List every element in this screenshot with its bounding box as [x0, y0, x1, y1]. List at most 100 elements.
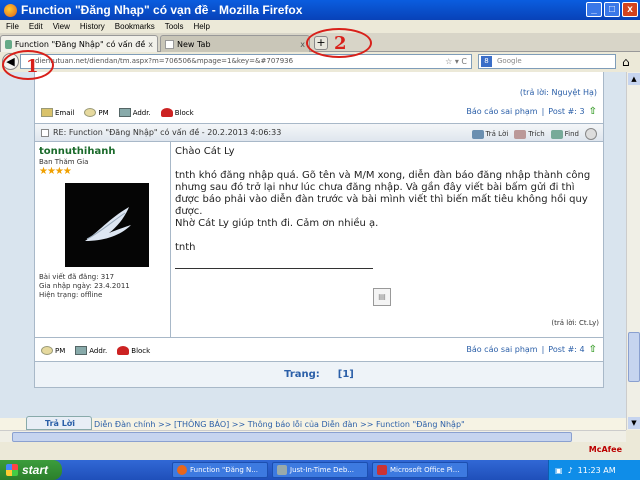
search-input[interactable]: 8 Google — [478, 54, 616, 69]
taskbar-item-firefox[interactable]: Function "Đăng N... — [172, 462, 268, 478]
close-button[interactable]: x — [622, 2, 638, 17]
blank-page-icon — [165, 39, 174, 49]
taskbar-item-debugger[interactable]: Just-In-Time Deb... — [272, 462, 368, 478]
find-label: Find — [564, 130, 579, 138]
scroll-up-arrow-icon[interactable]: ⇧ — [589, 344, 597, 355]
breadcrumb-trail[interactable]: Diễn Đàn chính >> [THÔNG BÁO] >> Thông b… — [94, 420, 465, 429]
quote-button[interactable]: Trích — [514, 129, 545, 139]
block-label: Block — [174, 108, 194, 117]
addr-button[interactable]: Addr. — [75, 346, 107, 355]
taskbar-item-office-picture[interactable]: Microsoft Office Pi... — [372, 462, 468, 478]
windows-logo-icon — [6, 464, 18, 476]
scroll-down-icon[interactable]: ▼ — [628, 417, 640, 429]
scroll-up-icon[interactable]: ▲ — [628, 73, 640, 85]
previous-post-actions: Email PM Addr. Block — [41, 108, 194, 117]
email-button[interactable]: Email — [41, 108, 74, 117]
url-bar-icons[interactable]: ☆ ▾ C — [445, 57, 467, 66]
pm-label: PM — [55, 346, 66, 355]
post-body: tonnuthihanh Ban Thăm Gia ★★★★ Bài viết … — [35, 142, 603, 338]
address-book-icon — [75, 346, 88, 355]
search-placeholder: Google — [497, 57, 522, 65]
taskbar: start Function "Đăng N... Just-In-Time D… — [0, 460, 640, 480]
menu-view[interactable]: View — [53, 22, 70, 31]
scrollbar-thumb[interactable] — [628, 332, 640, 382]
quote-label: Trích — [528, 130, 545, 138]
tab-label: Function "Đăng Nhập" có vấn đề — [14, 39, 146, 49]
block-icon — [160, 108, 173, 117]
annotation-number-1: 1 — [26, 56, 39, 77]
find-icon — [550, 129, 563, 139]
report-link[interactable]: Báo cáo sai phạm — [466, 107, 537, 116]
horizontal-scrollbar[interactable] — [0, 430, 626, 442]
minimize-button[interactable]: _ — [586, 2, 602, 17]
network-icon[interactable]: ▣ — [555, 466, 563, 475]
previous-post-footer: (trả lời: Nguyệt Hạ) Email PM Addr. Bloc… — [35, 72, 603, 124]
post-footer-actions: PM Addr. Block — [41, 346, 150, 355]
separator: | — [541, 107, 545, 116]
user-stats: Bài viết đã đăng: 317 Gia nhập ngày: 23.… — [39, 273, 166, 300]
user-rank: Ban Thăm Gia — [39, 158, 89, 166]
find-button[interactable]: Find — [550, 129, 579, 139]
post-number[interactable]: Post #: 4 — [548, 345, 584, 354]
user-panel: tonnuthihanh Ban Thăm Gia ★★★★ Bài viết … — [35, 142, 171, 337]
pagination: Trang: [1] — [35, 362, 603, 388]
pm-button[interactable]: PM — [84, 108, 109, 117]
addr-label: Addr. — [89, 346, 108, 355]
post-footer: PM Addr. Block Báo cáo sai phạm | Post #… — [35, 338, 603, 362]
username-link[interactable]: tonnuthihanh — [39, 146, 166, 157]
reply-label: Trả Lời — [485, 130, 509, 138]
home-icon[interactable]: ⌂ — [622, 55, 630, 69]
post-number[interactable]: Post #: 3 — [548, 107, 584, 116]
menu-tools[interactable]: Tools — [165, 22, 184, 31]
taskbar-item-label: Microsoft Office Pi... — [390, 466, 460, 474]
vertical-scrollbar[interactable]: ▲ ▼ — [626, 72, 640, 430]
start-button[interactable]: start — [0, 460, 62, 480]
volume-icon[interactable]: ♪ — [568, 466, 573, 475]
tab-close-icon[interactable]: x — [148, 40, 153, 49]
start-label: start — [22, 463, 49, 477]
address-book-icon — [118, 108, 131, 117]
previous-post-meta: Báo cáo sai phạm | Post #: 3 ⇧ — [466, 106, 597, 117]
clock-icon[interactable] — [585, 128, 597, 140]
menu-bookmarks[interactable]: Bookmarks — [115, 22, 155, 31]
menu-history[interactable]: History — [80, 22, 105, 31]
menu-edit[interactable]: Edit — [29, 22, 43, 31]
mcafee-status[interactable]: McAfee — [589, 445, 622, 454]
addr-label: Addr. — [132, 108, 151, 117]
tab-close-icon[interactable]: x — [300, 40, 305, 49]
site-favicon-icon — [5, 39, 12, 49]
menu-help[interactable]: Help — [193, 22, 209, 31]
url-text: dientutuan.net/diendan/tm.aspx?m=706506&… — [35, 57, 294, 65]
reply-button[interactable]: Trả Lời — [471, 129, 509, 139]
url-bar[interactable]: dientutuan.net/diendan/tm.aspx?m=706506&… — [20, 54, 472, 69]
report-link[interactable]: Báo cáo sai phạm — [466, 345, 537, 354]
wing-avatar-image — [85, 207, 131, 241]
firefox-icon — [177, 465, 187, 475]
menu-file[interactable]: File — [6, 22, 19, 31]
scroll-up-arrow-icon[interactable]: ⇧ — [589, 106, 597, 117]
pm-icon — [84, 108, 97, 117]
email-label: Email — [55, 108, 75, 117]
maximize-button[interactable]: □ — [604, 2, 620, 17]
status-bar: McAfee — [0, 430, 640, 460]
pm-button[interactable]: PM — [41, 346, 65, 355]
post-icon — [41, 128, 49, 137]
horizontal-scrollbar-thumb[interactable] — [12, 432, 572, 442]
post-footer-meta: Báo cáo sai phạm | Post #: 4 ⇧ — [466, 344, 597, 355]
signature-divider — [175, 268, 373, 269]
window-titlebar: Function "Đăng Nhạp" có vạn đề - Mozilla… — [0, 0, 640, 20]
clock[interactable]: 11:23 AM — [578, 466, 616, 475]
search-engine-icon[interactable]: 8 — [481, 56, 492, 67]
taskbar-item-label: Just-In-Time Deb... — [290, 466, 354, 474]
office-picture-icon — [377, 465, 387, 475]
post-signature: tnth — [175, 242, 196, 253]
block-button[interactable]: Block — [160, 108, 194, 117]
block-button[interactable]: Block — [117, 346, 150, 355]
post-header-title: RE: Function "Đăng Nhập" có vấn đề - 20.… — [53, 128, 282, 137]
tab-new-tab[interactable]: New Tab x — [160, 35, 310, 52]
quote-icon — [514, 129, 527, 139]
addr-button[interactable]: Addr. — [118, 108, 151, 117]
pager-current-page[interactable]: [1] — [338, 369, 354, 380]
reply-tab-button[interactable]: Trả Lời — [26, 416, 92, 430]
reply-by-text: (trả lời: Nguyệt Hạ) — [519, 88, 597, 97]
